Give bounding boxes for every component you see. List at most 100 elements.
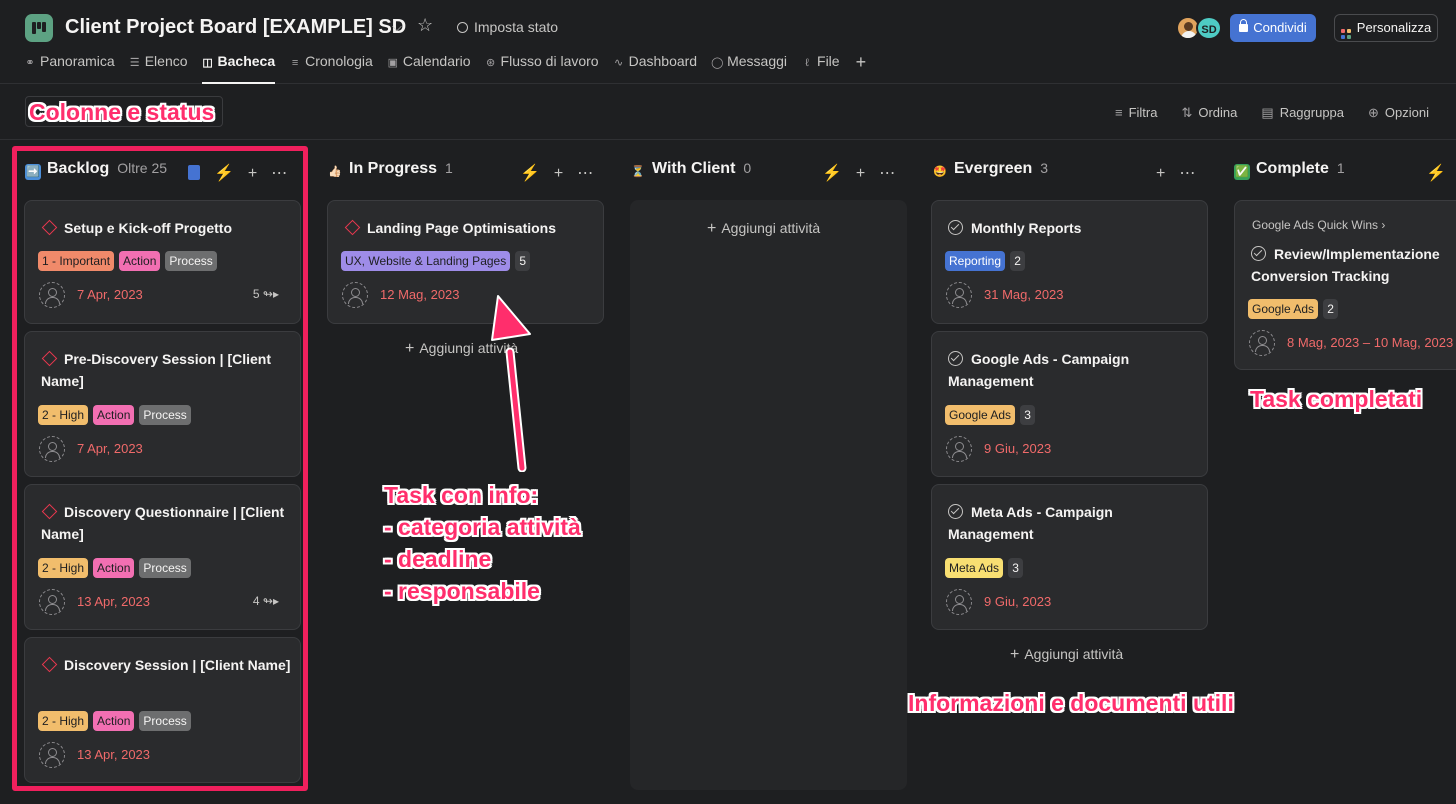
rules-bolt-icon[interactable]: ⚡	[822, 163, 842, 183]
column-count: 3	[1040, 160, 1049, 176]
add-task-button[interactable]: + Aggiungi attività	[1010, 646, 1123, 664]
add-task-plus-icon[interactable]: +	[554, 165, 563, 183]
complete-check-icon[interactable]	[1251, 246, 1266, 261]
member-avatar[interactable]: SD	[1196, 16, 1222, 40]
column-count: 0	[743, 160, 752, 176]
star-icon[interactable]: ☆	[417, 15, 433, 36]
column-header-with-client[interactable]: ⏳ With Client 0	[630, 160, 751, 188]
thumbs-up-icon: 👍🏻	[328, 166, 342, 178]
tag-category: Meta Ads	[945, 558, 1004, 578]
more-options-icon[interactable]: ⋯	[879, 163, 895, 183]
tab-overview[interactable]: ⚭ Panoramica	[24, 53, 114, 84]
add-tab-button[interactable]: +	[856, 53, 867, 84]
add-task-plus-icon[interactable]: +	[1156, 165, 1165, 183]
project-title[interactable]: Client Project Board [EXAMPLE] SD	[65, 16, 406, 39]
assignee-placeholder-icon[interactable]	[342, 282, 368, 308]
overview-icon: ⚭	[25, 57, 35, 69]
task-title: Monthly Reports	[971, 220, 1082, 236]
complete-check-icon[interactable]	[948, 220, 963, 235]
project-header: Client Project Board [EXAMPLE] SD ⌵ ☆ Im…	[0, 0, 1456, 84]
column-actions-in-progress: ⚡ + ⋯	[506, 163, 593, 183]
due-date[interactable]: 9 Giu, 2023	[984, 594, 1051, 609]
backlog-highlight-frame	[12, 146, 308, 791]
tab-list[interactable]: ☰ Elenco	[129, 53, 188, 84]
project-tabs: ⚭ Panoramica ☰ Elenco ◫ Bacheca ≡ Cronologia…	[24, 53, 866, 84]
set-status-button[interactable]: Imposta stato	[457, 19, 558, 35]
customize-button[interactable]: Personalizza	[1334, 14, 1438, 42]
annotation-useful-info: Informazioni e documenti utili	[908, 690, 1234, 716]
filter-button[interactable]: ≡ Filtra	[1115, 105, 1157, 121]
sort-icon: ⇅	[1181, 105, 1193, 120]
tab-files[interactable]: ℓ File	[801, 53, 839, 84]
due-date[interactable]: 9 Giu, 2023	[984, 441, 1051, 456]
set-status-label: Imposta stato	[474, 19, 559, 35]
column-count: 1	[445, 160, 453, 176]
checkmark-icon: ✅	[1234, 164, 1250, 180]
customize-label: Personalizza	[1356, 20, 1432, 35]
list-icon: ☰	[129, 57, 140, 69]
assignee-placeholder-icon[interactable]	[946, 589, 972, 615]
filter-icon: ≡	[1114, 105, 1123, 120]
add-task-button[interactable]: + Aggiungi attività	[707, 220, 820, 238]
column-actions-with-client: ⚡ + ⋯	[808, 163, 895, 183]
task-title: Meta Ads - Campaign Management	[948, 504, 1113, 542]
options-icon: ⊕	[1368, 105, 1379, 120]
tag-count[interactable]: 5	[515, 251, 531, 271]
timeline-icon: ≡	[291, 57, 299, 69]
tag-category: UX, Website & Landing Pages	[341, 251, 511, 271]
task-card[interactable]: Monthly Reports Reporting 2 31 Mag, 2023	[931, 200, 1208, 324]
more-options-icon[interactable]: ⋯	[577, 163, 593, 183]
options-button[interactable]: ⊕ Opzioni	[1368, 105, 1429, 121]
tab-dashboard[interactable]: ∿ Dashboard	[613, 53, 697, 84]
chevron-down-icon[interactable]: ⌵	[392, 19, 402, 35]
board-icon: ◫	[202, 57, 213, 69]
tag-count[interactable]: 2	[1323, 299, 1339, 319]
rules-bolt-icon[interactable]: ⚡	[520, 163, 540, 183]
due-date[interactable]: 12 Mag, 2023	[380, 287, 460, 302]
parent-task-link[interactable]: Google Ads Quick Wins ›	[1252, 218, 1385, 232]
task-card[interactable]: Google Ads - Campaign Management Google …	[931, 331, 1208, 477]
workflow-icon: ⊛	[485, 57, 496, 69]
tab-board[interactable]: ◫ Bacheca	[201, 53, 275, 84]
assignee-placeholder-icon[interactable]	[946, 282, 972, 308]
sort-button[interactable]: ⇅ Ordina	[1181, 105, 1237, 121]
task-title: Review/Implementazione Conversion Tracki…	[1251, 246, 1440, 284]
assignee-placeholder-icon[interactable]	[1249, 330, 1275, 356]
status-circle-icon	[457, 22, 468, 33]
assignee-placeholder-icon[interactable]	[946, 436, 972, 462]
tag-count[interactable]: 2	[1010, 251, 1026, 271]
tag-count[interactable]: 3	[1008, 558, 1024, 578]
tab-workflow[interactable]: ⊛ Flusso di lavoro	[485, 53, 599, 84]
complete-check-icon[interactable]	[948, 351, 963, 366]
task-card[interactable]: Meta Ads - Campaign Management Meta Ads …	[931, 484, 1208, 630]
annotation-columns: Colonne e status	[29, 99, 215, 125]
column-header-in-progress[interactable]: 👍🏻 In Progress 1	[327, 160, 453, 188]
attachment-icon: ℓ	[805, 57, 809, 69]
task-card[interactable]: Google Ads Quick Wins › Review/Implement…	[1234, 200, 1456, 370]
tag-category: Google Ads	[1248, 299, 1319, 319]
add-task-plus-icon[interactable]: +	[856, 165, 865, 183]
task-card[interactable]: Landing Page Optimisations UX, Website &…	[327, 200, 604, 324]
tag-count[interactable]: 3	[1020, 405, 1036, 425]
task-title: Google Ads - Campaign Management	[948, 351, 1130, 389]
hourglass-icon: ⏳	[631, 166, 645, 178]
rules-bolt-icon[interactable]: ⚡	[1426, 163, 1446, 183]
calendar-icon: ▣	[387, 57, 399, 69]
share-button[interactable]: Condividi	[1230, 14, 1316, 42]
tab-messages[interactable]: ◯ Messaggi	[711, 53, 787, 84]
group-icon: ▤	[1261, 105, 1274, 120]
more-options-icon[interactable]: ⋯	[1179, 163, 1195, 183]
column-header-evergreen[interactable]: 🤩 Evergreen 3	[932, 160, 1048, 188]
group-button[interactable]: ▤ Raggruppa	[1261, 105, 1344, 121]
due-date-range[interactable]: 8 Mag, 2023 – 10 Mag, 2023	[1287, 335, 1453, 350]
annotation-completed: Task completati	[1250, 386, 1423, 412]
tab-timeline[interactable]: ≡ Cronologia	[289, 53, 373, 84]
tab-calendar[interactable]: ▣ Calendario	[387, 53, 471, 84]
due-date[interactable]: 31 Mag, 2023	[984, 287, 1064, 302]
board-toolbar: ≡ Filtra ⇅ Ordina ▤ Raggruppa ⊕ Opzioni	[0, 85, 1456, 140]
chevron-right-icon: ›	[1381, 218, 1386, 232]
plus-icon: +	[405, 340, 415, 357]
column-header-complete[interactable]: ✅ Complete 1	[1234, 160, 1345, 188]
complete-check-icon[interactable]	[948, 504, 963, 519]
column-actions-complete: ⚡	[1412, 163, 1446, 183]
